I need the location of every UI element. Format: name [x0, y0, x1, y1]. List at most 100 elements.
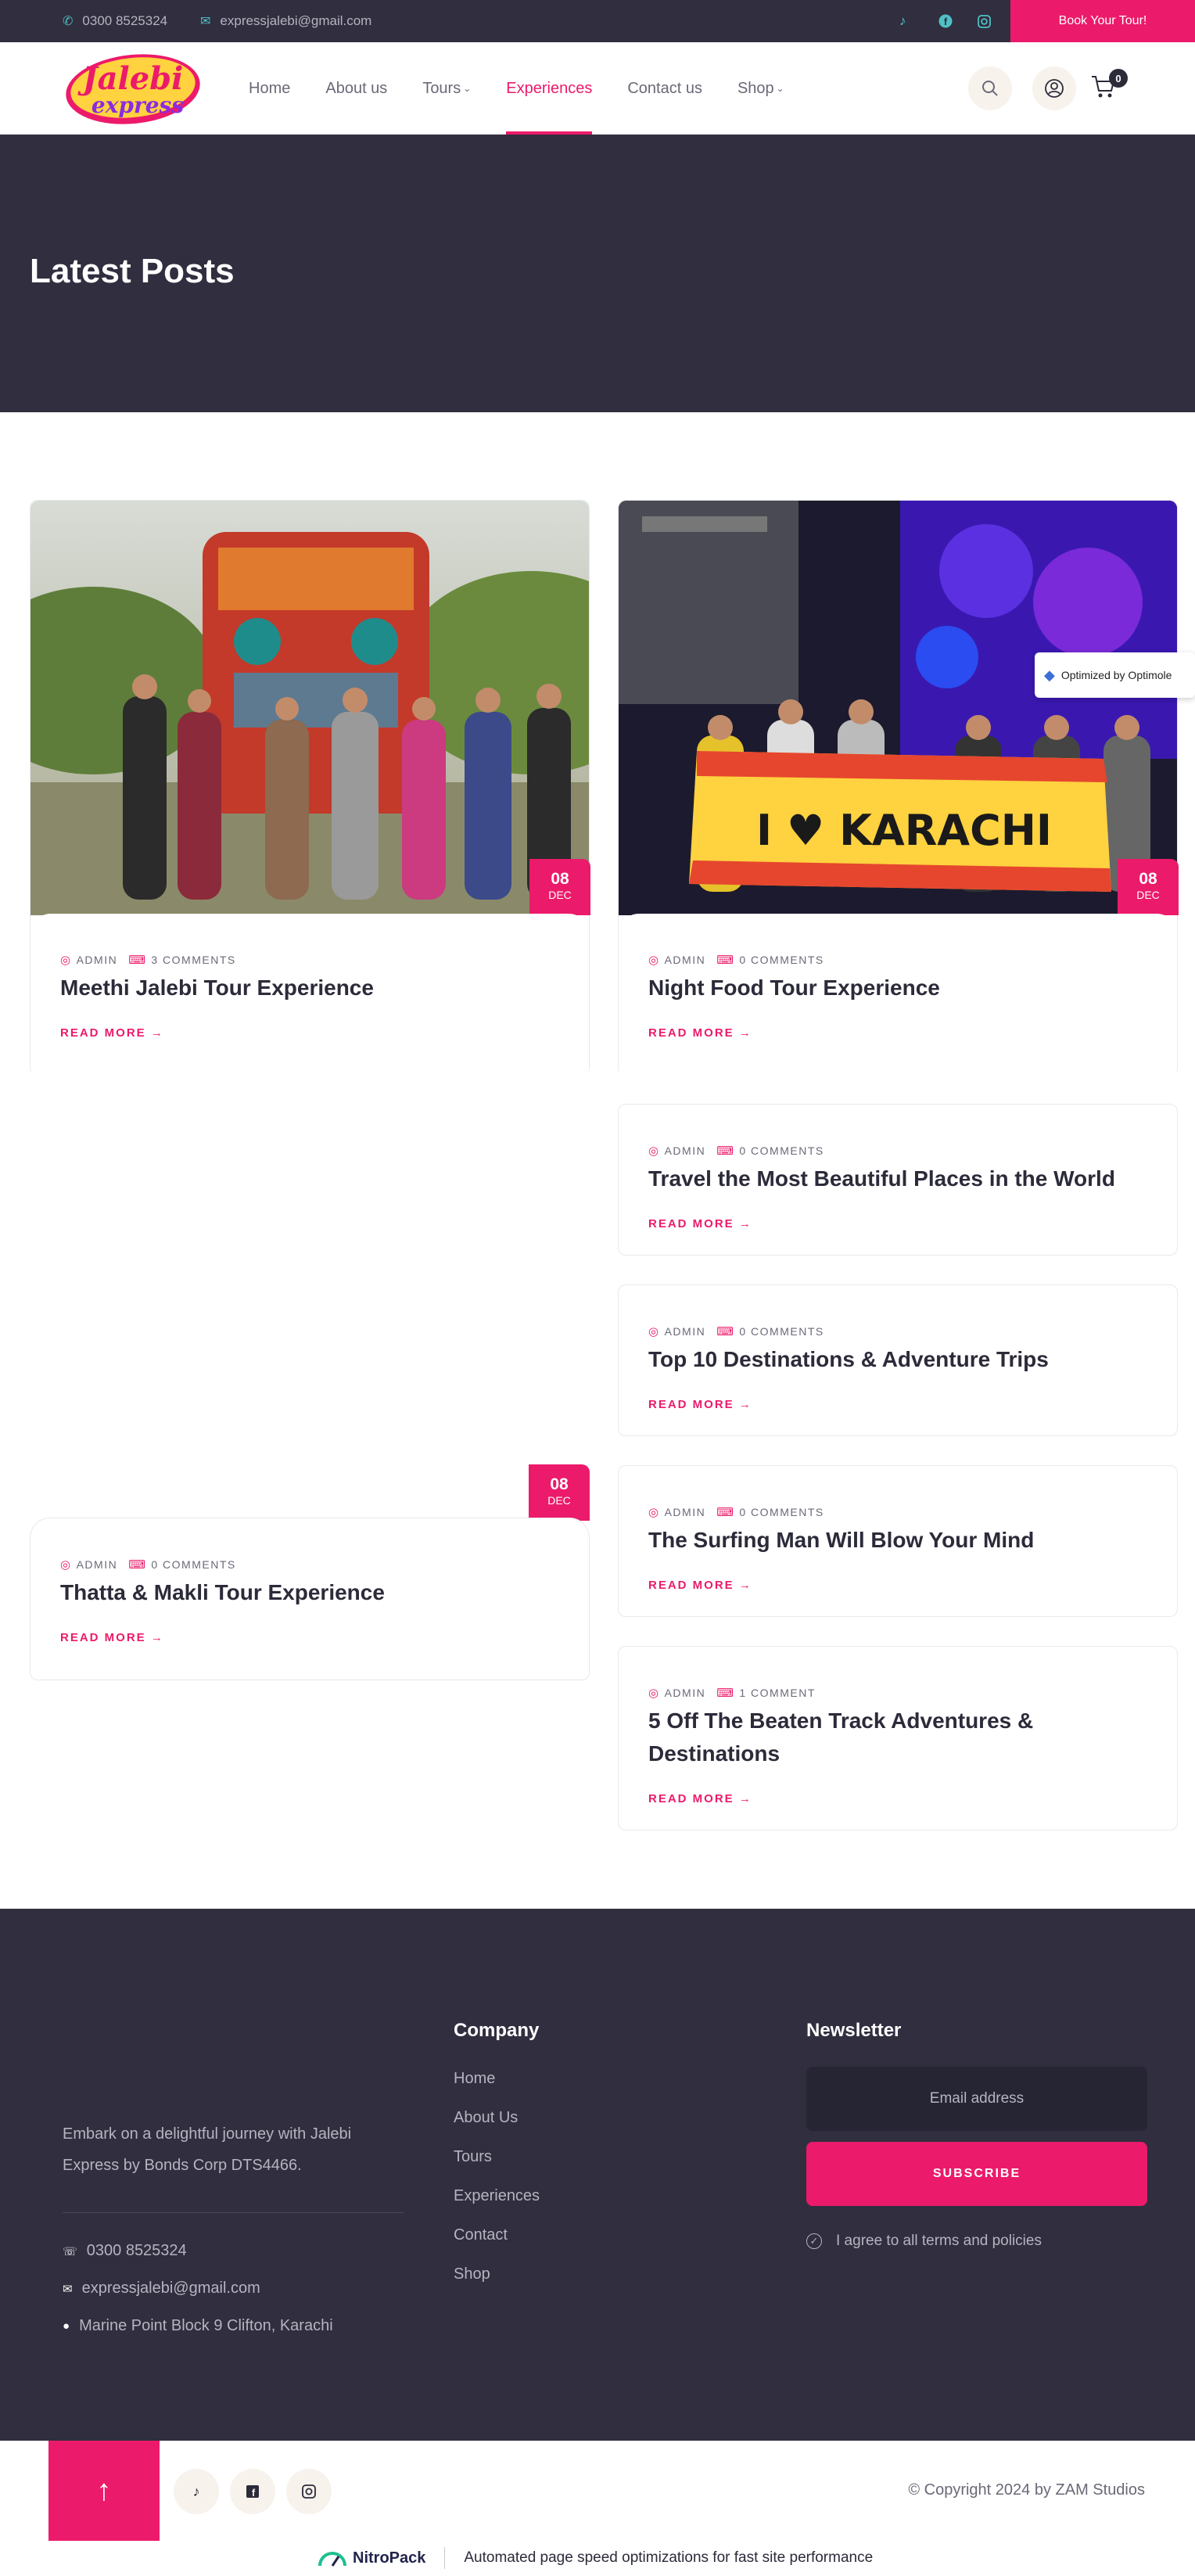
post-comments[interactable]: 3 COMMENTS	[151, 954, 235, 966]
footer-link-shop[interactable]: Shop	[454, 2265, 490, 2283]
post-author[interactable]: ADMIN	[665, 1687, 706, 1699]
page-title: Latest Posts	[30, 252, 235, 290]
topbar-email[interactable]: ✉ expressjalebi@gmail.com	[200, 0, 371, 42]
topbar-phone-text: 0300 8525324	[82, 13, 168, 28]
post-card[interactable]: 08 DEC ◎ ADMIN ⌨ 0 COMMENTS Thatta & Mak…	[30, 1464, 590, 1680]
nav-tours[interactable]: Tours ⌄	[422, 42, 471, 135]
subscribe-button[interactable]: SUBSCRIBE	[806, 2142, 1147, 2206]
post-author[interactable]: ADMIN	[665, 1325, 706, 1338]
user-icon: ◎	[648, 954, 660, 967]
post-card[interactable]: ◎ ADMIN ⌨ 0 COMMENTS The Surfing Man Wil…	[618, 1465, 1178, 1617]
topbar-phone[interactable]: ✆ 0300 8525324	[63, 0, 167, 42]
post-month: DEC	[547, 1494, 571, 1507]
topbar-email-text: expressjalebi@gmail.com	[220, 13, 372, 28]
read-more-link[interactable]: READ MORE →	[648, 1579, 752, 1592]
site-footer: Embark on a delightful journey with Jale…	[0, 1909, 1195, 2441]
site-logo[interactable]: Jalebi express	[63, 50, 203, 127]
nav-contact[interactable]: Contact us	[627, 42, 702, 135]
read-more-link[interactable]: READ MORE →	[60, 1026, 164, 1040]
logo-text-jalebi: Jalebi	[77, 60, 184, 97]
post-image[interactable]	[31, 501, 589, 915]
arrow-right-icon: →	[738, 1026, 752, 1040]
search-button[interactable]	[968, 66, 1012, 110]
arrow-right-icon: →	[150, 1631, 164, 1644]
instagram-icon[interactable]	[286, 2469, 332, 2514]
post-author[interactable]: ADMIN	[77, 1558, 118, 1571]
book-tour-button[interactable]: Book Your Tour!	[1010, 0, 1195, 42]
tiktok-icon[interactable]: ♪	[174, 2469, 219, 2514]
tiktok-icon[interactable]: ♪	[899, 0, 906, 42]
user-icon: ◎	[648, 1325, 660, 1338]
comment-icon: ⌨	[128, 954, 147, 967]
back-to-top-button[interactable]: ↑	[48, 2441, 160, 2541]
post-card[interactable]: I ♥ KARACHI 08 DEC ◎ ADMIN ⌨ 0 COMMENTS …	[618, 500, 1179, 1076]
post-author[interactable]: ADMIN	[665, 1506, 706, 1518]
instagram-icon[interactable]	[978, 0, 991, 42]
post-author[interactable]: ADMIN	[665, 1144, 706, 1157]
footer-link-contact[interactable]: Contact	[454, 2226, 508, 2244]
post-day: 08	[1139, 870, 1157, 888]
phone-icon: ☏	[63, 2244, 77, 2258]
user-icon: ◎	[60, 954, 72, 967]
post-title[interactable]: Night Food Tour Experience	[648, 972, 940, 1004]
footer-phone[interactable]: ☏ 0300 8525324	[63, 2242, 187, 2260]
nav-experiences[interactable]: Experiences	[506, 42, 593, 135]
top-bar: ✆ 0300 8525324 ✉ expressjalebi@gmail.com…	[0, 0, 1195, 42]
nav-home[interactable]: Home	[249, 42, 290, 135]
user-icon: ◎	[648, 1687, 660, 1700]
nav-about[interactable]: About us	[325, 42, 387, 135]
nav-shop[interactable]: Shop ⌄	[737, 42, 784, 135]
post-title[interactable]: Meethi Jalebi Tour Experience	[60, 972, 374, 1004]
post-comments[interactable]: 0 COMMENTS	[739, 954, 824, 966]
company-heading: Company	[454, 2020, 540, 2041]
post-comments[interactable]: 0 COMMENTS	[151, 1558, 235, 1571]
post-card[interactable]: ◎ ADMIN ⌨ 0 COMMENTS Travel the Most Bea…	[618, 1104, 1178, 1256]
chevron-down-icon: ⌄	[463, 83, 472, 94]
footer-email[interactable]: ✉ expressjalebi@gmail.com	[63, 2280, 260, 2298]
post-comments[interactable]: 0 COMMENTS	[739, 1144, 824, 1157]
envelope-icon: ✉	[200, 15, 211, 28]
terms-checkbox[interactable]: ✓ I agree to all terms and policies	[806, 2233, 1042, 2250]
facebook-icon[interactable]: f	[230, 2469, 275, 2514]
newsletter-heading: Newsletter	[806, 2020, 902, 2041]
footer-link-home[interactable]: Home	[454, 2070, 495, 2088]
footer-link-about[interactable]: About Us	[454, 2109, 518, 2127]
optimole-badge[interactable]: ◆ Optimized by Optimole	[1035, 652, 1195, 698]
newsletter-email-input[interactable]: Email address	[806, 2067, 1147, 2131]
read-more-label: READ MORE	[648, 1792, 734, 1805]
location-pin-icon: ●	[63, 2319, 70, 2333]
footer-phone-text: 0300 8525324	[86, 2242, 187, 2259]
post-title[interactable]: 5 Off The Beaten Track Adventures & Dest…	[648, 1705, 1118, 1770]
account-button[interactable]	[1032, 66, 1076, 110]
read-more-link[interactable]: READ MORE →	[648, 1398, 752, 1411]
post-author[interactable]: ADMIN	[665, 954, 706, 966]
nitropack-banner[interactable]: NitroPack Automated page speed optimizat…	[317, 2547, 873, 2569]
post-image[interactable]: I ♥ KARACHI	[619, 501, 1177, 915]
facebook-icon[interactable]: f	[938, 0, 953, 42]
footer-about: Embark on a delightful journey with Jale…	[63, 2125, 352, 2174]
read-more-link[interactable]: READ MORE →	[648, 1217, 752, 1231]
post-title[interactable]: The Surfing Man Will Blow Your Mind	[648, 1524, 1034, 1557]
footer-link-experiences[interactable]: Experiences	[454, 2187, 540, 2205]
post-card[interactable]: ◎ ADMIN ⌨ 1 COMMENT 5 Off The Beaten Tra…	[618, 1646, 1178, 1831]
nitropack-divider	[444, 2547, 446, 2569]
post-author[interactable]: ADMIN	[77, 954, 118, 966]
comment-icon: ⌨	[716, 1144, 735, 1158]
read-more-link[interactable]: READ MORE →	[648, 1026, 752, 1040]
read-more-link[interactable]: READ MORE →	[648, 1792, 752, 1805]
post-title[interactable]: Top 10 Destinations & Adventure Trips	[648, 1343, 1049, 1376]
post-title[interactable]: Travel the Most Beautiful Places in the …	[648, 1162, 1115, 1195]
post-comments[interactable]: 0 COMMENTS	[739, 1325, 824, 1338]
read-more-link[interactable]: READ MORE →	[60, 1631, 164, 1644]
optimole-icon: ◆	[1044, 666, 1055, 683]
footer-email-text: expressjalebi@gmail.com	[81, 2280, 260, 2297]
post-comments[interactable]: 1 COMMENT	[739, 1687, 816, 1699]
post-body: ◎ ADMIN ⌨ 0 COMMENTS Thatta & Makli Tour…	[30, 1518, 590, 1680]
footer-address: ● Marine Point Block 9 Clifton, Karachi	[63, 2317, 333, 2335]
footer-link-tours[interactable]: Tours	[454, 2148, 492, 2166]
post-title[interactable]: Thatta & Makli Tour Experience	[60, 1576, 385, 1609]
post-card[interactable]: ◎ ADMIN ⌨ 0 COMMENTS Top 10 Destinations…	[618, 1284, 1178, 1436]
post-comments[interactable]: 0 COMMENTS	[739, 1506, 824, 1518]
banner-text: I ♥ KARACHI	[756, 806, 1052, 855]
post-card[interactable]: 08 DEC ◎ ADMIN ⌨ 3 COMMENTS Meethi Jaleb…	[30, 500, 590, 1076]
